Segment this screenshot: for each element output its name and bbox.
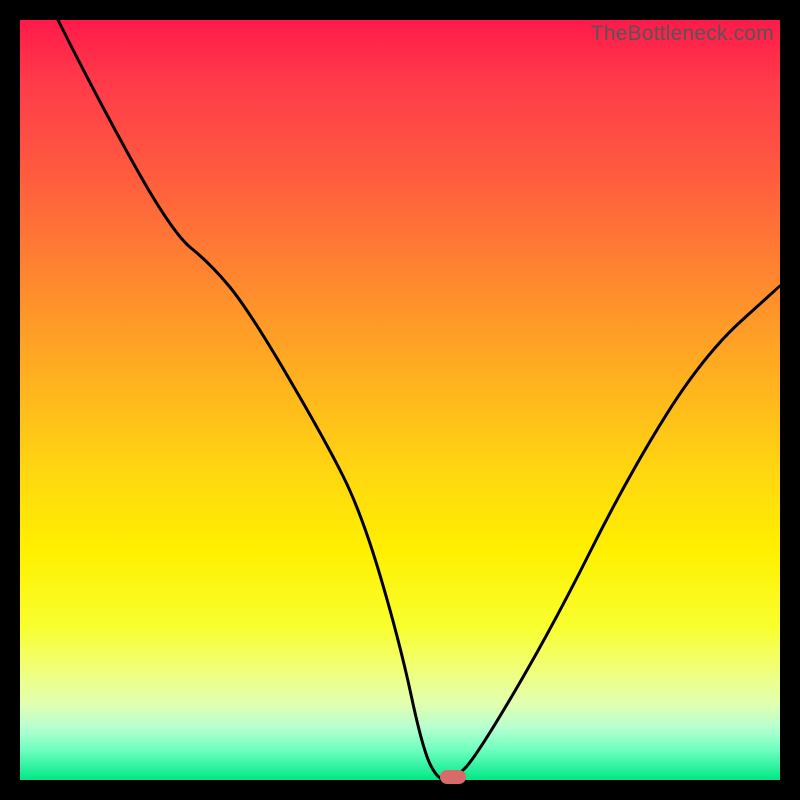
optimal-marker — [440, 770, 466, 784]
bottleneck-curve — [20, 20, 780, 780]
curve-path — [58, 20, 780, 780]
chart-frame: TheBottleneck.com — [0, 0, 800, 800]
